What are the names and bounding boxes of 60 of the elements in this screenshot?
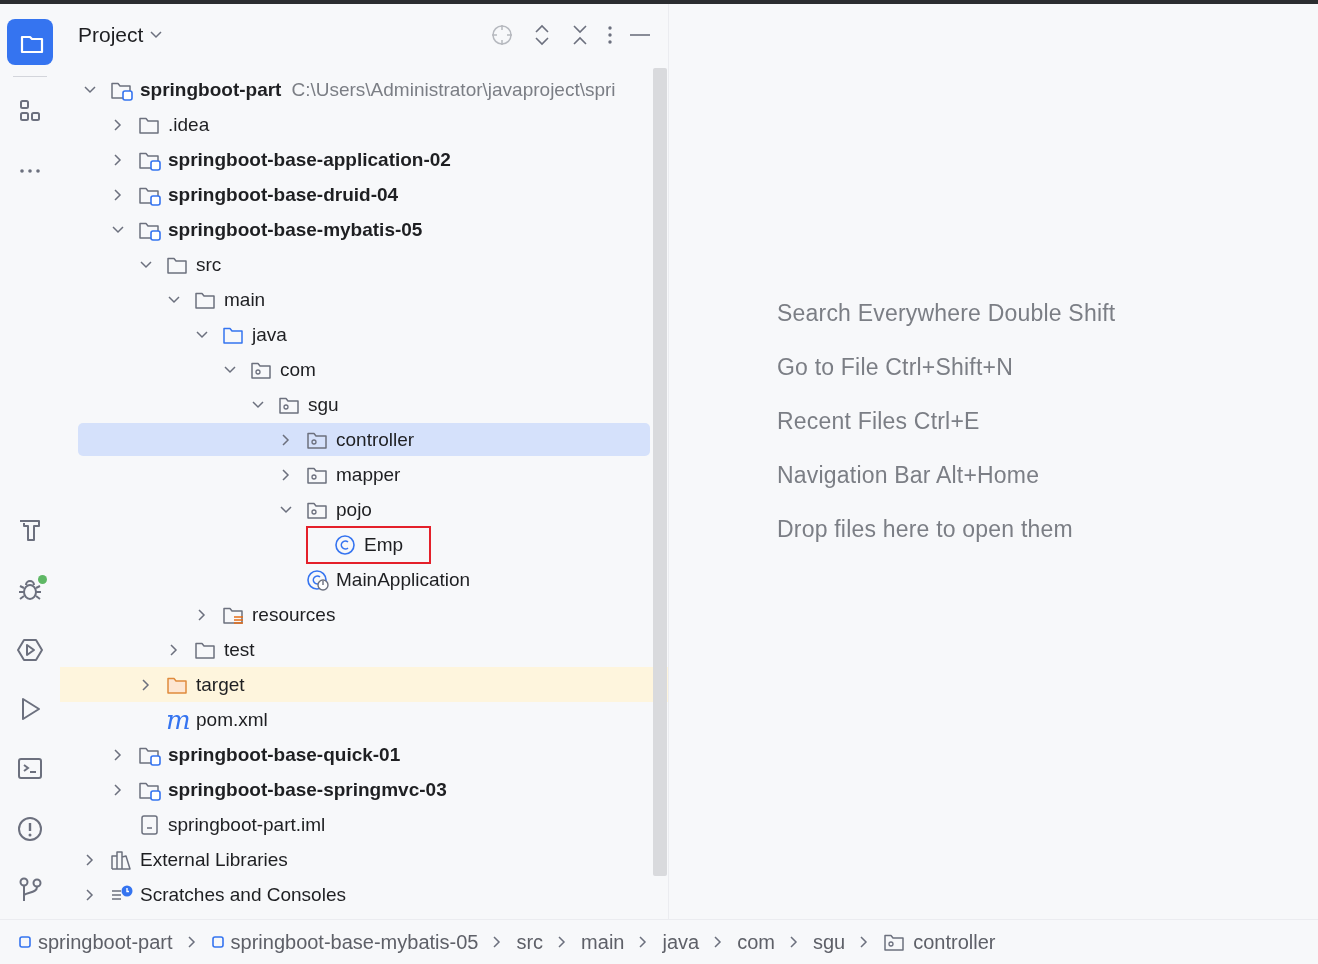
tree-item[interactable]: springboot-base-quick-01 xyxy=(168,743,401,766)
tree-item[interactable]: springboot-part.iml xyxy=(168,813,326,836)
editor-hint: Navigation Bar Alt+Home xyxy=(777,462,1041,490)
chevron-right-icon xyxy=(859,935,870,949)
tree-item[interactable]: springboot-part xyxy=(140,78,282,101)
tree-item[interactable]: test xyxy=(224,638,255,661)
tree-item[interactable]: main xyxy=(224,288,266,311)
tree-item[interactable]: springboot-base-mybatis-05 xyxy=(168,218,423,241)
expand-all-icon xyxy=(532,23,552,47)
folder-icon[interactable] xyxy=(7,19,53,65)
chevron-down-icon xyxy=(149,30,164,40)
chevron-right-icon xyxy=(492,935,503,949)
collapse-all-icon xyxy=(570,23,590,47)
tree-item[interactable]: springboot-base-springmvc-03 xyxy=(168,778,447,801)
locate-icon xyxy=(490,23,514,47)
tree-item[interactable]: java xyxy=(252,323,287,346)
editor-hint: Recent Files Ctrl+E xyxy=(777,408,981,436)
tree-item[interactable]: External Libraries xyxy=(140,848,288,871)
chevron-right-icon xyxy=(713,935,724,949)
breadcrumb-item[interactable]: controller xyxy=(913,930,996,954)
module-path: C:\Users\Administrator\javaproject\spri xyxy=(291,78,616,101)
breadcrumb-item[interactable]: springboot-part xyxy=(38,930,173,954)
more-icon xyxy=(608,26,612,44)
breadcrumb-item[interactable]: java xyxy=(662,930,700,954)
tree-item[interactable]: Emp xyxy=(364,533,404,556)
tree-item[interactable]: controller xyxy=(336,428,415,451)
tree-item[interactable]: springboot-base-druid-04 xyxy=(168,183,399,206)
breadcrumb-item[interactable]: src xyxy=(516,930,544,954)
tree-item[interactable]: pom.xml xyxy=(196,708,268,731)
tree-item[interactable]: pojo xyxy=(336,498,372,521)
tree-item[interactable]: Scratches and Consoles xyxy=(140,883,346,906)
chevron-right-icon xyxy=(638,935,649,949)
editor-hint: Drop files here to open them xyxy=(777,516,1074,544)
tree-item[interactable]: mapper xyxy=(336,463,401,486)
chevron-right-icon xyxy=(557,935,568,949)
libraries-icon xyxy=(110,848,134,871)
breadcrumb-item[interactable]: springboot-base-mybatis-05 xyxy=(230,930,479,954)
class-icon xyxy=(334,533,358,556)
module-icon xyxy=(210,935,225,949)
breadcrumb-item[interactable]: com xyxy=(737,930,775,954)
scrollbar[interactable] xyxy=(653,68,667,876)
tree-item[interactable]: com xyxy=(280,358,316,381)
breadcrumb-item[interactable]: main xyxy=(581,930,625,954)
maven-icon: m xyxy=(166,706,190,733)
minimize-icon xyxy=(630,34,650,36)
tree-item[interactable]: springboot-base-application-02 xyxy=(168,148,451,171)
tree-item[interactable]: src xyxy=(196,253,222,276)
tree-item[interactable]: sgu xyxy=(308,393,339,416)
tree-item[interactable]: MainApplication xyxy=(336,568,471,591)
editor-hint: Search Everywhere Double Shift xyxy=(777,300,1117,328)
tree-item[interactable]: .idea xyxy=(168,113,210,136)
main-class-icon xyxy=(306,568,330,591)
tree-item[interactable]: resources xyxy=(252,603,336,626)
chevron-right-icon xyxy=(186,935,197,949)
editor-hint: Go to File Ctrl+Shift+N xyxy=(777,354,1014,382)
module-icon xyxy=(18,935,32,949)
panel-title[interactable]: Project xyxy=(78,23,144,47)
chevron-right-icon xyxy=(788,935,799,949)
breadcrumb-item[interactable]: sgu xyxy=(812,930,846,954)
tree-item[interactable]: target xyxy=(196,673,245,696)
